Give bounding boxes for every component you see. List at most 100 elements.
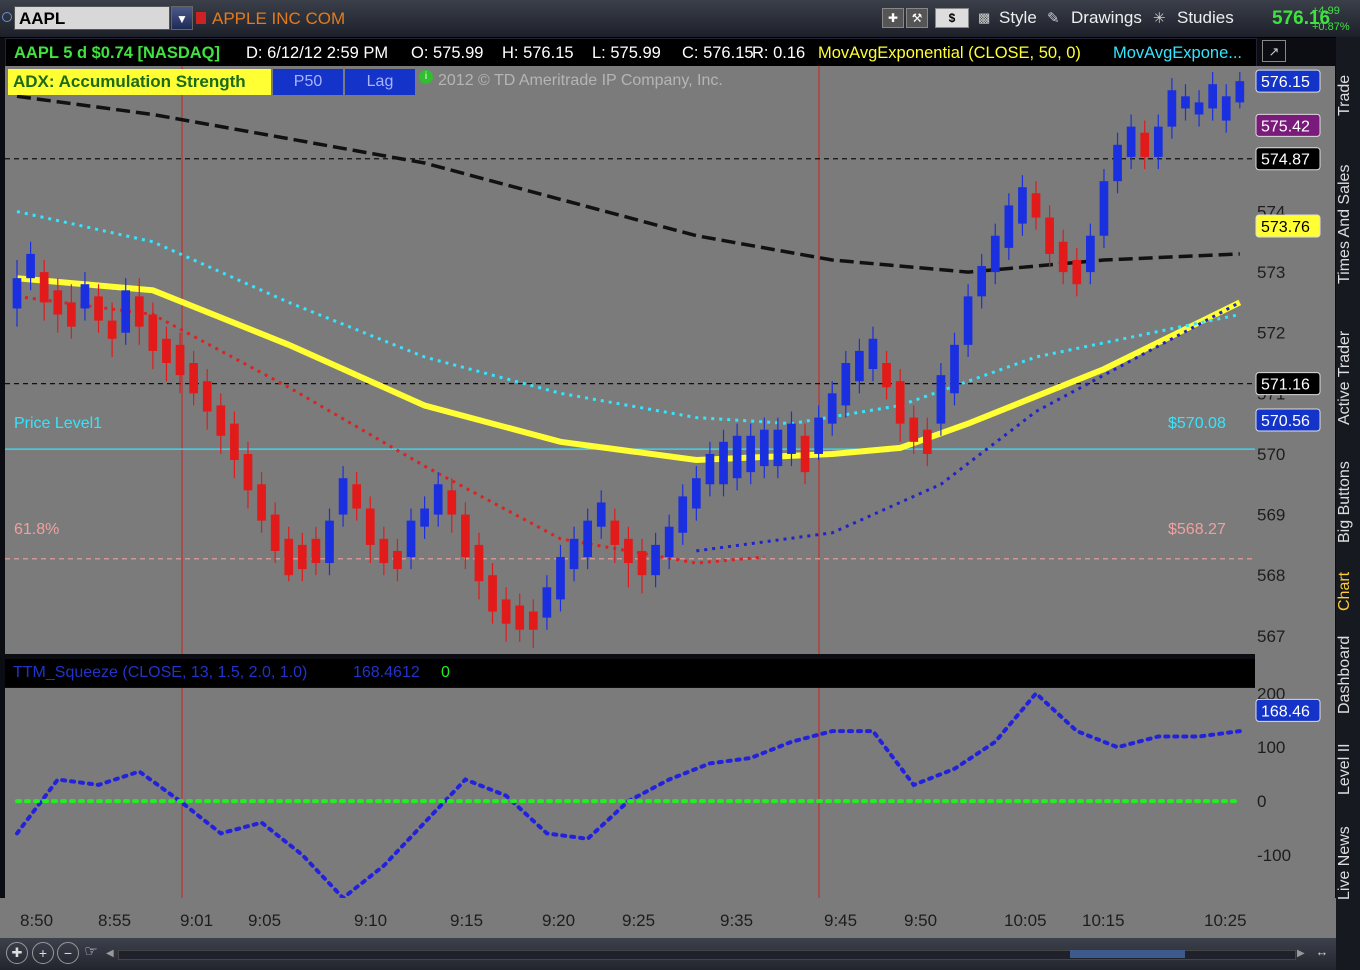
tab-trade[interactable]: Trade xyxy=(1336,55,1360,135)
symbol-dropdown-button[interactable]: ▼ xyxy=(171,6,193,30)
hand-cursor-icon[interactable]: ☞ xyxy=(82,942,100,962)
crosshair-tool-icon[interactable]: ✚ xyxy=(882,8,904,28)
bar-high: H: 576.15 xyxy=(502,44,574,62)
candle-body xyxy=(270,514,280,551)
candle-body xyxy=(855,350,864,382)
candle-body xyxy=(1045,217,1054,254)
candle-body xyxy=(732,435,742,479)
pencil-icon[interactable]: ✎ xyxy=(1047,9,1060,27)
moving-average-line xyxy=(16,94,1240,274)
time-scrollbar-thumb[interactable] xyxy=(1070,950,1185,958)
tab-chart[interactable]: Chart xyxy=(1336,561,1360,621)
price-tag-label: 573.76 xyxy=(1261,219,1310,236)
time-axis[interactable]: 8:50 8:55 9:01 9:05 9:10 9:15 9:20 9:25 9:35 9:45… xyxy=(0,898,1336,938)
candle-body xyxy=(488,575,497,612)
candle-body xyxy=(800,435,810,473)
candle-body xyxy=(583,520,592,558)
candle-body xyxy=(759,429,769,467)
price-tag-label: 570.56 xyxy=(1261,413,1310,430)
price-tag-label: 574.87 xyxy=(1261,152,1310,169)
candle-body xyxy=(162,338,171,364)
tab-times-and-sales[interactable]: Times And Sales xyxy=(1336,139,1360,309)
time-tick-label: 9:35 xyxy=(720,911,753,930)
p50-label[interactable]: P50 xyxy=(273,69,343,95)
candle-body xyxy=(474,544,484,582)
candle-body xyxy=(257,484,266,521)
ttm-zero-value: 0 xyxy=(441,664,450,681)
candle-body xyxy=(121,290,131,333)
tab-active-trader[interactable]: Active Trader xyxy=(1336,313,1360,443)
candle-body xyxy=(827,393,837,424)
candle-body xyxy=(39,272,49,303)
moving-average-line xyxy=(16,275,1242,464)
tab-dashboard[interactable]: Dashboard xyxy=(1336,625,1360,725)
candle-body xyxy=(80,284,90,309)
candle-body xyxy=(1126,126,1136,157)
time-tick-label: 10:15 xyxy=(1082,911,1125,930)
zoom-out-icon[interactable]: − xyxy=(57,942,79,964)
link-icon[interactable] xyxy=(2,12,12,22)
chart-settings-icon[interactable]: ↗ xyxy=(1262,40,1286,62)
symbol-description: AAPL 5 d $0.74 [NASDAQ] xyxy=(14,44,220,62)
candle-body xyxy=(1208,84,1217,109)
bar-open: O: 575.99 xyxy=(411,44,484,62)
candle-body xyxy=(1099,181,1109,236)
time-tick-label: 10:05 xyxy=(1004,911,1047,930)
price-chart-area[interactable]: ADX: Accumulation Strength P50 Lag i 201… xyxy=(5,66,1255,654)
info-icon[interactable]: i xyxy=(419,70,433,84)
drawings-menu[interactable]: Drawings xyxy=(1071,6,1142,30)
candle-body xyxy=(447,490,457,515)
time-tick-label: 8:50 xyxy=(20,911,53,930)
scroll-left-icon[interactable]: ◀ xyxy=(106,948,116,960)
candle-body xyxy=(746,435,756,473)
wrench-icon[interactable]: ⚒ xyxy=(906,8,928,28)
tab-level-ii[interactable]: Level II xyxy=(1336,729,1360,809)
candle-body xyxy=(936,375,946,424)
candle-body xyxy=(338,478,348,515)
price-tick-label: 572 xyxy=(1257,324,1285,343)
candle-body xyxy=(420,508,429,527)
copyright-text: 2012 © TD Ameritrade IP Company, Inc. xyxy=(438,72,723,89)
candle-body xyxy=(556,557,565,600)
time-tick-label: 9:50 xyxy=(904,911,937,930)
ma-study-2-label[interactable]: MovAvgExpone... xyxy=(1113,43,1242,63)
pan-icon[interactable]: ✚ xyxy=(6,942,28,964)
studies-icon[interactable]: ✳ xyxy=(1153,9,1166,27)
ma-study-1-label[interactable]: MovAvgExponential (CLOSE, 50, 0) xyxy=(818,43,1081,63)
candle-body xyxy=(773,429,783,467)
candle-body xyxy=(1153,126,1163,157)
lag-label[interactable]: Lag xyxy=(345,69,415,95)
change-absolute: +4.99 xyxy=(1312,5,1340,17)
tab-live-news[interactable]: Live News xyxy=(1336,813,1360,913)
time-tick-label: 8:55 xyxy=(98,911,131,930)
candle-body xyxy=(1113,144,1122,182)
ttm-squeeze-chart[interactable] xyxy=(5,688,1255,901)
candle-body xyxy=(596,502,606,527)
symbol-input[interactable]: AAPL xyxy=(14,6,170,30)
candle-body xyxy=(990,235,1000,273)
fib-label: 61.8% xyxy=(14,521,60,538)
candle-body xyxy=(148,314,158,351)
expand-icon[interactable]: ↔ xyxy=(1312,944,1332,962)
scroll-right-icon[interactable]: ▶ xyxy=(1297,948,1307,960)
candle-body xyxy=(1004,205,1014,248)
candle-body xyxy=(624,538,633,564)
candle-body xyxy=(1072,259,1082,285)
price-tag-label: 575.42 xyxy=(1261,118,1310,135)
style-menu[interactable]: Style xyxy=(999,6,1037,30)
price-axis[interactable]: 567568569570571572573574576.15575.42574.… xyxy=(1255,66,1335,898)
moving-average-line xyxy=(16,294,765,565)
ttm-squeeze-label[interactable]: TTM_Squeeze (CLOSE, 13, 1.5, 2.0, 1.0) xyxy=(13,664,307,682)
squeeze-line xyxy=(15,690,1242,901)
studies-menu[interactable]: Studies xyxy=(1177,6,1234,30)
candle-body xyxy=(501,599,511,624)
candle-body xyxy=(922,429,932,454)
style-icon[interactable]: ▩ xyxy=(978,10,994,26)
side-tabs: Trade Times And Sales Active Trader Big … xyxy=(1336,37,1360,970)
time-axis-svg: 8:50 8:55 9:01 9:05 9:10 9:15 9:20 9:25 9:35 9:45… xyxy=(20,911,1247,930)
tab-big-buttons[interactable]: Big Buttons xyxy=(1336,447,1360,557)
candle-body xyxy=(950,344,959,394)
dollar-button[interactable]: $ xyxy=(935,8,969,28)
bar-range: R: 0.16 xyxy=(752,44,806,62)
zoom-in-icon[interactable]: + xyxy=(32,942,54,964)
